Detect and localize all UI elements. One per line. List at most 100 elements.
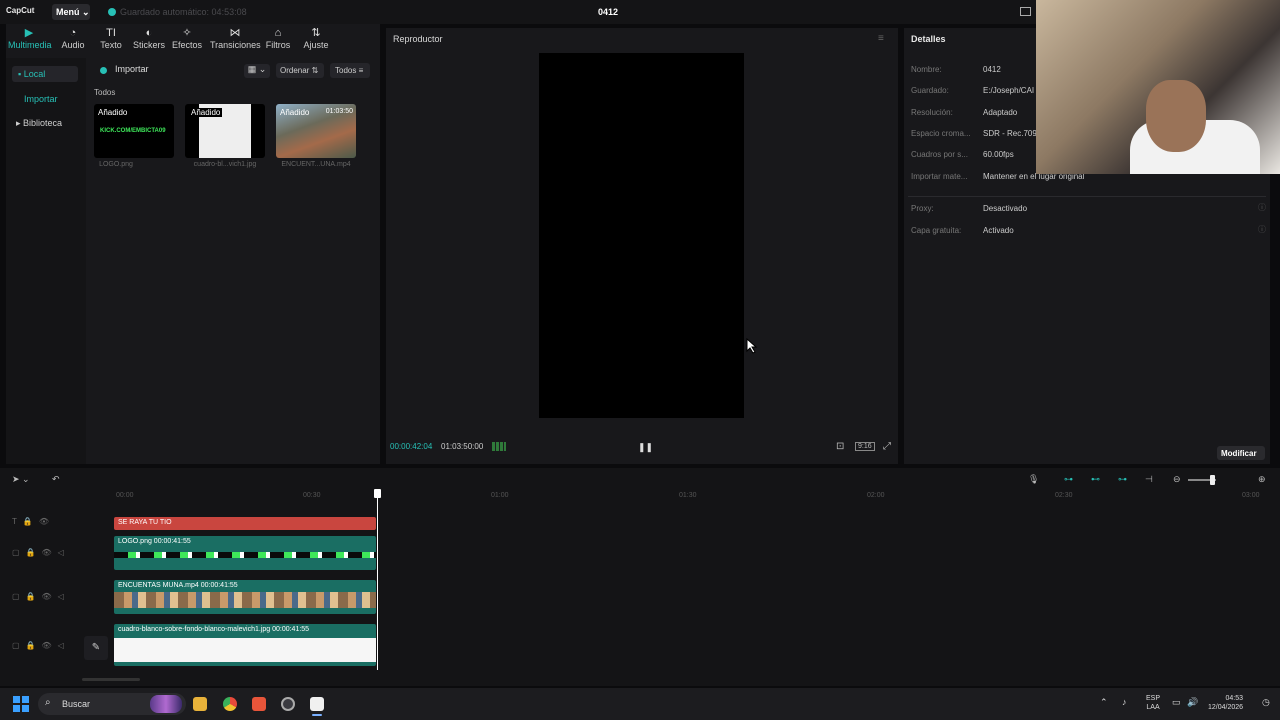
tab-label: Stickers <box>132 40 165 50</box>
detail-label: Proxy: <box>911 204 934 213</box>
import-button[interactable]: Importar <box>115 64 149 74</box>
snap-icon[interactable]: ⊶ <box>1118 474 1127 485</box>
track-controls-image[interactable]: ▢🔒👁◁ <box>12 641 70 650</box>
capcut-taskbar-icon[interactable] <box>310 697 324 711</box>
tab-text[interactable]: TI Texto <box>90 26 132 56</box>
tab-label: Audio <box>61 40 85 50</box>
zoom-out-icon[interactable]: ⊖ <box>1173 474 1181 485</box>
player-title: Reproductor <box>393 34 443 44</box>
detail-value: Adaptado <box>983 108 1018 117</box>
autosave-icon <box>108 8 116 16</box>
tab-audio[interactable]: ◔ Audio <box>52 26 94 56</box>
webcam-person-face <box>1146 80 1206 152</box>
logo-caption: KICK.COM/EMBICTA09 <box>100 128 166 134</box>
search-icon: ⌕ <box>45 697 51 708</box>
playhead[interactable] <box>377 490 378 670</box>
window-layout-icon[interactable] <box>1020 7 1031 16</box>
video-filmstrip <box>114 592 376 608</box>
aspect-ratio-button[interactable]: 9:16 <box>855 442 875 451</box>
import-icon <box>100 67 107 74</box>
tab-filters[interactable]: ⌂ Filtros <box>257 26 299 56</box>
image-clip[interactable]: cuadro-blanco-sobre-fondo-blanco-malevic… <box>114 624 376 666</box>
current-timecode: 00:00:42:04 <box>390 442 433 451</box>
tab-multimedia[interactable]: ▶ Multimedia <box>8 26 52 56</box>
undo-icon[interactable]: ↶ <box>52 474 60 485</box>
text-clip[interactable]: SE RAYA TU TIO <box>114 517 376 530</box>
active-app-indicator <box>312 714 322 716</box>
media-item-name: ENCUENT...UNA.mp4 <box>281 161 351 168</box>
tab-stickers[interactable]: ◐ Stickers <box>128 26 170 56</box>
clip-label: SE RAYA TU TIO <box>118 519 172 526</box>
notification-icon[interactable]: ◷ <box>1262 697 1270 708</box>
tray-overflow-icon[interactable]: ⌃ <box>1100 697 1108 708</box>
tray-microphone-icon[interactable]: ♪ <box>1122 697 1127 707</box>
pause-icon[interactable]: ❚❚ <box>638 442 653 453</box>
file-explorer-icon[interactable] <box>193 697 207 711</box>
track-controls-logo[interactable]: ▢🔒👁◁ <box>12 548 70 557</box>
detail-value: Activado <box>983 226 1014 235</box>
video-clip[interactable]: ENCUENTAS MUNA.mp4 00:00:41:55 <box>114 580 376 614</box>
tab-label: Transiciones <box>210 40 261 50</box>
filter-all-button[interactable]: Todos ≡ <box>330 63 370 78</box>
ruler-tick: 00:00 <box>116 492 134 499</box>
microphone-icon[interactable]: 🎙 <box>1028 474 1039 485</box>
filter-label: Todos <box>335 66 357 75</box>
tab-effects[interactable]: ✧ Efectos <box>166 26 208 56</box>
info-icon[interactable]: ⓘ <box>1258 202 1266 213</box>
track-controls-video[interactable]: ▢🔒👁◁ <box>12 592 70 601</box>
sort-button[interactable]: Ordenar ⇅ <box>276 63 324 78</box>
details-divider <box>908 196 1266 197</box>
zoom-slider-handle[interactable] <box>1210 475 1215 485</box>
timeline-scrollbar[interactable] <box>82 678 140 681</box>
detail-label: Cuadros por s... <box>911 150 968 159</box>
menu-button[interactable]: Menú ⌄ <box>52 4 90 20</box>
media-item-video[interactable]: Añadido 01:03:50 <box>276 104 356 158</box>
ruler-tick: 01:00 <box>491 492 509 499</box>
text-icon: TI <box>106 27 116 39</box>
playhead-handle[interactable] <box>374 489 381 498</box>
grid-view-button[interactable]: ▦ ⌄ <box>244 64 270 78</box>
logo-clip[interactable]: LOGO.png 00:00:41:55 <box>114 536 376 570</box>
sidebar-item-library[interactable]: ▸ Biblioteca <box>16 118 62 129</box>
info-icon[interactable]: ⓘ <box>1258 224 1266 235</box>
network-icon[interactable]: ▭ <box>1172 697 1181 708</box>
hamburger-icon[interactable]: ≡ <box>878 33 884 44</box>
zoom-in-icon[interactable]: ⊕ <box>1258 474 1266 485</box>
sidebar-item-local[interactable]: ▪ Local <box>12 66 78 82</box>
edit-cover-icon[interactable]: ✎ <box>84 636 108 660</box>
magnet-icon[interactable]: ⊷ <box>1091 474 1100 485</box>
tab-label: Efectos <box>171 40 202 50</box>
mouse-cursor-icon <box>746 337 758 359</box>
app-logo: CapCut <box>6 6 35 15</box>
brave-icon[interactable] <box>252 697 266 711</box>
tab-adjust[interactable]: ⇅ Ajuste <box>295 26 337 56</box>
track-controls-text[interactable]: T🔒👁 <box>12 517 55 526</box>
media-item-logo[interactable]: Añadido KICK.COM/EMBICTA09 <box>94 104 174 158</box>
ruler-tick: 01:30 <box>679 492 697 499</box>
detail-label: Nombre: <box>911 65 942 74</box>
obs-icon[interactable] <box>281 697 295 711</box>
sort-label: Ordenar <box>280 66 310 75</box>
select-tool-icon[interactable]: ➤ ⌄ <box>12 474 30 485</box>
detail-label: Importar mate... <box>911 172 968 181</box>
modify-button[interactable]: Modificar <box>1217 446 1265 460</box>
adjust-icon: ⇅ <box>311 27 321 39</box>
tab-label: Texto <box>100 40 122 50</box>
video-preview[interactable] <box>539 53 744 418</box>
sidebar-item-import[interactable]: Importar <box>24 94 58 104</box>
fullscreen-icon[interactable]: ⤢ <box>883 441 891 452</box>
link-clips-icon[interactable]: ⊶ <box>1064 474 1073 485</box>
volume-icon[interactable]: 🔊 <box>1187 697 1198 708</box>
split-icon[interactable]: ⊣ <box>1145 474 1153 485</box>
media-item-name: LOGO.png <box>99 161 133 168</box>
media-item-white-square[interactable]: Añadido <box>185 104 265 158</box>
language-indicator[interactable]: ESP LAA <box>1146 694 1160 712</box>
snapshot-icon[interactable]: ⊡ <box>836 441 844 452</box>
image-filmstrip <box>114 638 376 662</box>
tab-transitions[interactable]: ⋈ Transiciones <box>210 26 261 56</box>
sticker-icon: ◐ <box>145 27 153 39</box>
chrome-icon[interactable] <box>223 697 237 711</box>
windows-start-icon[interactable] <box>13 696 29 712</box>
taskbar-clock[interactable]: 04:53 12/04/2026 <box>1208 694 1243 712</box>
logo-filmstrip <box>114 552 376 558</box>
